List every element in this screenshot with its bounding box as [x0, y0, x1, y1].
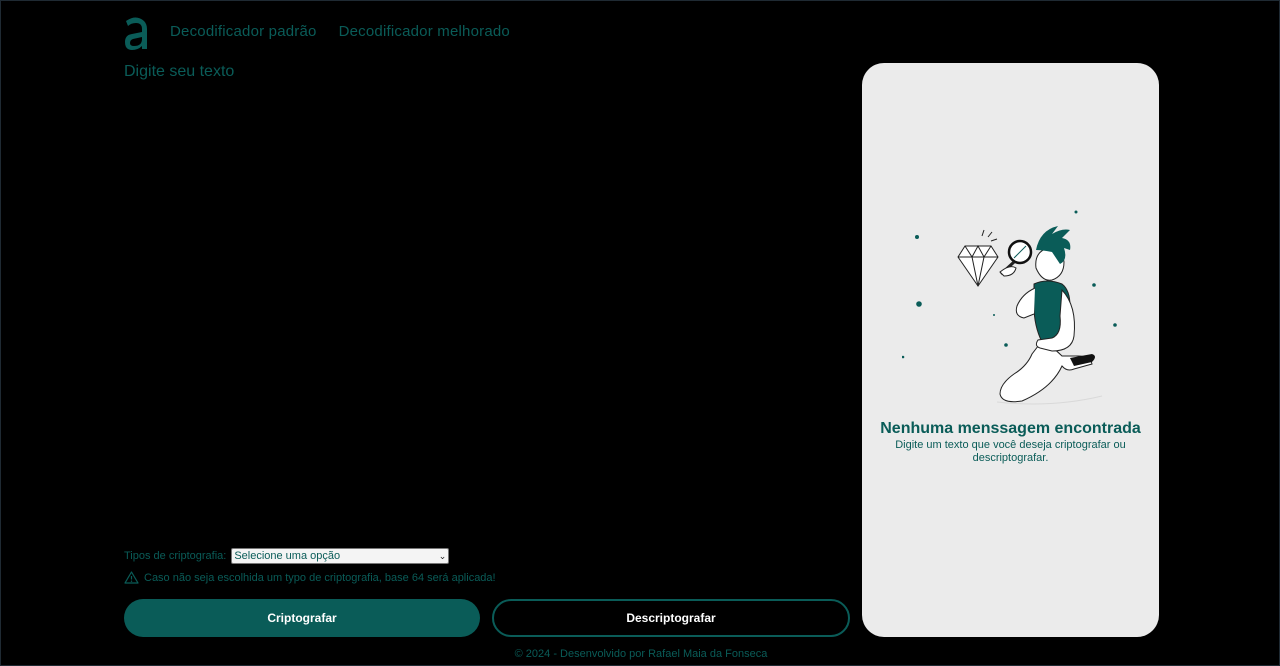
main-nav: Decodificador padrão Decodificador melho…: [170, 23, 510, 40]
output-panel: Nenhuma menssagem encontrada Digite um t…: [862, 63, 1159, 637]
chevron-down-icon: ⌄: [438, 550, 447, 561]
crypto-type-row: Tipos de criptografia: Selecione uma opç…: [124, 548, 450, 564]
footer-credit: © 2024 - Desenvolvido por Rafael Maia da…: [514, 648, 768, 660]
warning-icon: [124, 571, 139, 584]
decrypt-button[interactable]: Descriptografar: [492, 599, 850, 637]
crypto-type-selected-value: Selecione uma opção: [234, 550, 341, 562]
text-input-label: Digite seu texto: [124, 63, 235, 80]
brand-logo-icon[interactable]: [122, 15, 150, 51]
crypto-type-label: Tipos de criptografia:: [124, 550, 227, 562]
empty-output-title: Nenhuma menssagem encontrada: [880, 420, 1141, 437]
empty-output-subtitle: Digite um texto que você deseja criptogr…: [895, 439, 1126, 464]
nav-link-standard-decoder[interactable]: Decodificador padrão: [170, 23, 317, 40]
app-frame: Decodificador padrão Decodificador melho…: [0, 0, 1280, 666]
crypto-warning: Caso não seja escolhida um typo de cript…: [124, 571, 496, 584]
message-textarea[interactable]: [122, 89, 854, 533]
nav-link-improved-decoder[interactable]: Decodificador melhorado: [339, 23, 510, 40]
crypto-type-select[interactable]: Selecione uma opção ⌄: [231, 548, 450, 564]
person-with-magnifier-diamond-illustration: [902, 210, 1117, 405]
encrypt-button[interactable]: Criptografar: [124, 599, 480, 637]
crypto-warning-text: Caso não seja escolhida um typo de cript…: [144, 571, 496, 584]
